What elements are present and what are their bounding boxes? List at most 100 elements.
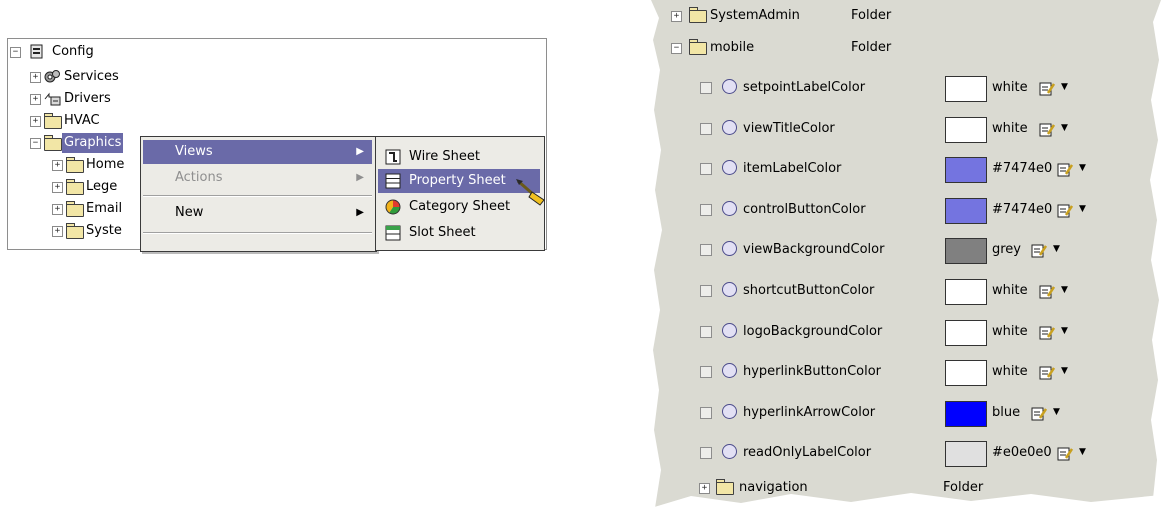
wire-sheet-icon xyxy=(385,149,401,165)
dropdown-arrow-icon[interactable]: ▼ xyxy=(1053,393,1060,432)
submenu-item-label: Wire Sheet xyxy=(409,149,480,164)
tree-node-system[interactable]: + Syste xyxy=(52,221,142,241)
color-swatch[interactable] xyxy=(945,441,987,468)
row-checkbox[interactable] xyxy=(700,285,712,297)
tree-node-home[interactable]: + Home xyxy=(52,155,142,175)
row-checkbox[interactable] xyxy=(700,406,712,419)
tree-label: Config xyxy=(52,44,94,59)
expand-icon[interactable]: + xyxy=(699,483,710,494)
color-swatch[interactable] xyxy=(945,197,987,224)
dropdown-arrow-icon[interactable]: ▼ xyxy=(1061,68,1068,107)
folder-icon xyxy=(715,479,734,495)
row-name: SystemAdmin xyxy=(710,8,800,23)
edit-icon[interactable] xyxy=(1039,325,1055,340)
property-row[interactable]: controlButtonColor #7474e0 ▼ xyxy=(651,190,1161,229)
property-row[interactable]: logoBackgroundColor white ▼ xyxy=(651,312,1161,351)
edit-icon[interactable] xyxy=(1039,81,1055,96)
edit-icon[interactable] xyxy=(1031,243,1047,258)
folder-icon xyxy=(688,7,707,23)
color-swatch[interactable] xyxy=(945,116,987,143)
dropdown-arrow-icon[interactable]: ▼ xyxy=(1061,271,1068,310)
edit-icon[interactable] xyxy=(1057,203,1073,218)
dropdown-arrow-icon[interactable]: ▼ xyxy=(1079,190,1086,229)
property-name: shortcutButtonColor xyxy=(743,283,875,298)
row-name: navigation xyxy=(739,480,808,495)
color-swatch[interactable] xyxy=(945,279,987,305)
dropdown-arrow-icon[interactable]: ▼ xyxy=(1061,312,1068,351)
property-row[interactable]: viewTitleColor white ▼ xyxy=(651,109,1161,148)
tree-label: Syste xyxy=(86,223,122,238)
submenu-item-wire-sheet[interactable]: Wire Sheet xyxy=(378,145,540,169)
expand-icon[interactable]: + xyxy=(52,182,63,193)
row-checkbox[interactable] xyxy=(700,447,712,460)
row-checkbox[interactable] xyxy=(700,325,712,338)
row-type: Folder xyxy=(851,8,892,23)
property-row[interactable]: itemLabelColor #7474e0 ▼ xyxy=(651,149,1161,188)
color-swatch[interactable] xyxy=(945,319,987,346)
expand-icon[interactable]: + xyxy=(30,94,41,105)
property-row[interactable]: hyperlinkButtonColor white ▼ xyxy=(651,352,1161,391)
row-checkbox[interactable] xyxy=(700,244,712,257)
property-slot-icon xyxy=(722,79,737,94)
expand-icon[interactable]: + xyxy=(52,160,63,171)
row-checkbox[interactable] xyxy=(700,203,712,216)
dropdown-arrow-icon[interactable]: ▼ xyxy=(1061,352,1068,391)
property-row[interactable]: setpointLabelColor white ▼ xyxy=(651,68,1161,107)
menu-item-views[interactable]: Views ▶ xyxy=(143,140,372,164)
expand-icon[interactable]: + xyxy=(671,11,682,22)
row-name: mobile xyxy=(710,40,755,55)
expand-icon[interactable]: + xyxy=(52,204,63,215)
expand-icon[interactable]: + xyxy=(30,116,41,127)
property-row[interactable]: viewBackgroundColor grey ▼ xyxy=(651,230,1161,269)
menu-item-actions[interactable]: Actions ▶ xyxy=(143,166,372,190)
menu-divider xyxy=(143,232,372,234)
row-checkbox[interactable] xyxy=(700,163,712,176)
property-value: white xyxy=(992,80,1028,95)
dropdown-arrow-icon[interactable]: ▼ xyxy=(1053,230,1060,269)
property-name: setpointLabelColor xyxy=(743,80,866,95)
row-checkbox[interactable] xyxy=(700,82,712,94)
property-row[interactable]: readOnlyLabelColor #e0e0e0 ▼ xyxy=(651,433,1161,472)
submenu-item-slot-sheet[interactable]: Slot Sheet xyxy=(378,221,540,245)
tree-label: Lege xyxy=(86,179,118,194)
tree-label: Email xyxy=(86,201,123,216)
color-swatch[interactable] xyxy=(945,238,987,265)
config-station-icon xyxy=(30,44,43,59)
row-checkbox[interactable] xyxy=(700,122,712,135)
edit-icon[interactable] xyxy=(1039,365,1055,380)
property-name: logoBackgroundColor xyxy=(743,323,883,339)
edit-icon[interactable] xyxy=(1057,446,1073,461)
row-checkbox[interactable] xyxy=(700,366,712,379)
mouse-pointer-icon xyxy=(516,179,545,206)
color-swatch[interactable] xyxy=(945,76,987,102)
tree-node-legend[interactable]: + Lege xyxy=(52,177,142,197)
tree-node-email[interactable]: + Email xyxy=(52,199,142,219)
expand-icon[interactable]: + xyxy=(30,72,41,83)
collapse-icon[interactable]: − xyxy=(30,138,41,149)
dropdown-arrow-icon[interactable]: ▼ xyxy=(1061,109,1068,148)
edit-icon[interactable] xyxy=(1031,406,1047,421)
collapse-icon[interactable]: − xyxy=(671,43,682,54)
property-row[interactable]: shortcutButtonColor white ▼ xyxy=(651,271,1161,310)
property-name: itemLabelColor xyxy=(743,161,842,177)
edit-icon[interactable] xyxy=(1039,122,1055,137)
tree-row-systemadmin[interactable]: + SystemAdmin Folder xyxy=(651,2,1161,30)
property-name: viewTitleColor xyxy=(743,120,835,136)
color-swatch[interactable] xyxy=(945,400,987,427)
edit-icon[interactable] xyxy=(1057,162,1073,177)
color-swatch[interactable] xyxy=(945,360,987,387)
submenu-arrow-icon: ▶ xyxy=(356,172,364,183)
edit-icon[interactable] xyxy=(1039,284,1055,299)
tree-row-navigation[interactable]: + navigation Folder xyxy=(651,474,1161,502)
property-row[interactable]: hyperlinkArrowColor blue ▼ xyxy=(651,393,1161,432)
expand-icon[interactable]: + xyxy=(52,226,63,237)
collapse-icon[interactable]: − xyxy=(10,47,21,58)
tree-label: HVAC xyxy=(64,113,100,128)
menu-item-new[interactable]: New ▶ xyxy=(143,201,372,225)
color-swatch[interactable] xyxy=(945,157,987,184)
property-name: hyperlinkButtonColor xyxy=(743,364,882,380)
dropdown-arrow-icon[interactable]: ▼ xyxy=(1079,149,1086,188)
submenu-item-label: Property Sheet xyxy=(409,173,506,188)
dropdown-arrow-icon[interactable]: ▼ xyxy=(1079,433,1086,472)
tree-row-mobile[interactable]: − mobile Folder xyxy=(651,34,1161,62)
